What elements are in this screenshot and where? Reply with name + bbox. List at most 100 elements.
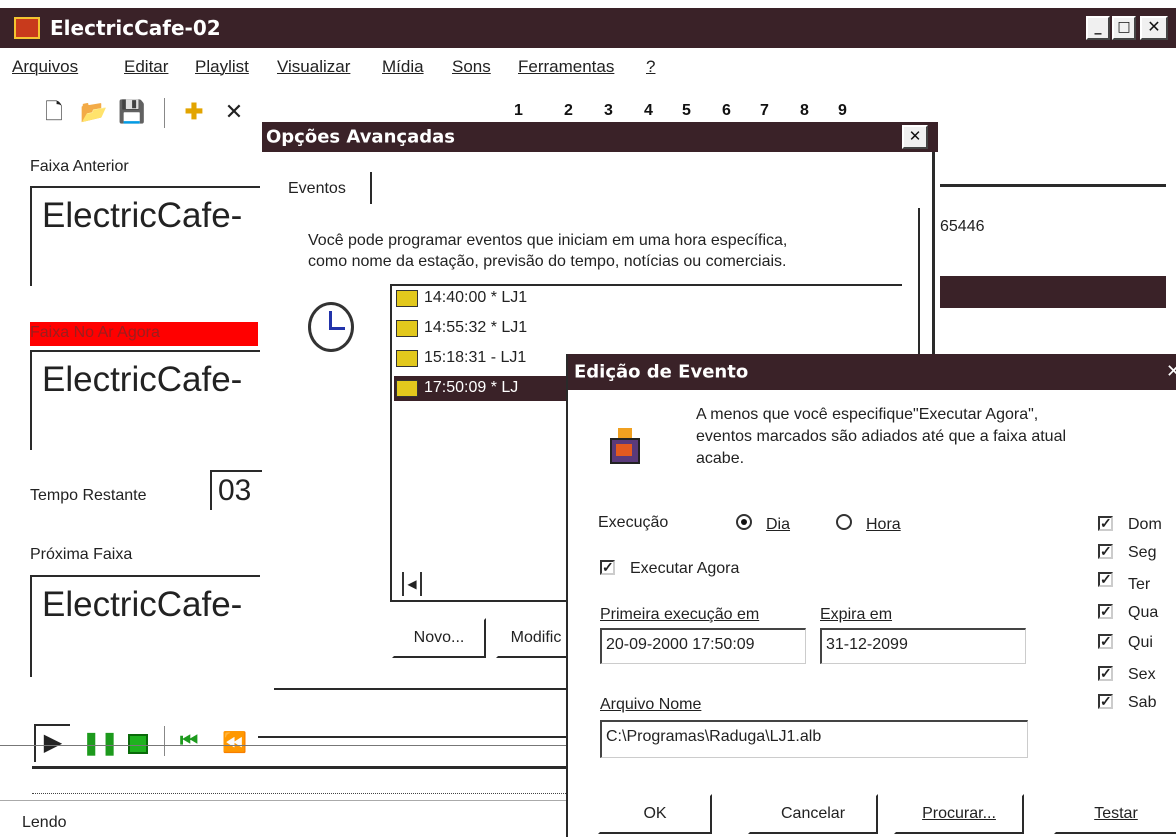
quick-number-3[interactable]: 3 <box>604 102 613 120</box>
clock-icon <box>308 302 354 352</box>
execution-label: Execução <box>598 514 669 531</box>
expires-field[interactable]: 31-12-2099 <box>820 628 1026 664</box>
next-track-label: Próxima Faixa <box>30 546 133 563</box>
menu-editar[interactable]: Editar <box>124 57 168 77</box>
menu-midia[interactable]: Mídia <box>382 57 424 77</box>
event-info-1: A menos que você especifique"Executar Ag… <box>696 406 1039 423</box>
on-air-value: ElectricCafe- <box>42 360 243 399</box>
run-now-label[interactable]: Executar Agora <box>630 560 739 578</box>
day-checkbox-seg[interactable]: ✓ <box>1098 544 1113 559</box>
event-edit-dialog: Edição de Evento ✕ A menos que você espe… <box>566 354 1176 837</box>
prev-track-value: ElectricCafe- <box>42 196 243 235</box>
radio-hour-label[interactable]: Hora <box>866 516 901 534</box>
advanced-desc-2: como nome da estação, previsão do tempo,… <box>308 253 787 270</box>
add-icon[interactable]: ✚ <box>180 98 208 126</box>
advanced-close-button[interactable]: ✕ <box>902 125 928 149</box>
save-icon[interactable]: 💾 <box>118 98 146 126</box>
advanced-desc-1: Você pode programar eventos que iniciam … <box>308 232 788 249</box>
menu-ferramentas[interactable]: Ferramentas <box>518 57 614 77</box>
play-button[interactable]: ▶ <box>34 724 70 762</box>
right-dark-bar <box>940 276 1166 308</box>
ok-button[interactable]: OK <box>598 794 712 834</box>
prev-track-label: Faixa Anterior <box>30 158 129 175</box>
delete-icon[interactable]: ✕ <box>220 98 248 126</box>
event-row[interactable]: 14:40:00 * LJ1 <box>394 286 566 311</box>
first-track-button[interactable]: ⏮ <box>180 730 198 753</box>
menu-help[interactable]: ? <box>646 57 655 77</box>
rewind-button[interactable]: ⏪ <box>222 730 247 755</box>
new-file-icon[interactable]: 🗋 <box>40 98 68 126</box>
radio-hour[interactable] <box>836 514 852 530</box>
advanced-bottom-line <box>274 688 576 690</box>
radio-day[interactable] <box>736 514 752 530</box>
file-name-field[interactable]: C:\Programas\Raduga\LJ1.alb <box>600 720 1028 758</box>
radio-day-label[interactable]: Dia <box>766 516 790 534</box>
quick-number-2[interactable]: 2 <box>564 102 573 120</box>
menu-sons[interactable]: Sons <box>452 57 491 77</box>
day-checkbox-qui[interactable]: ✓ <box>1098 634 1113 649</box>
maximize-button[interactable]: □ <box>1112 16 1136 40</box>
on-air-display: ElectricCafe- <box>30 350 260 450</box>
remaining-value: 03 <box>218 474 252 507</box>
quick-number-5[interactable]: 5 <box>682 102 691 120</box>
new-event-button[interactable]: Novo... <box>392 618 486 658</box>
quick-number-8[interactable]: 8 <box>800 102 809 120</box>
event-row[interactable]: 14:55:32 * LJ1 <box>394 316 566 341</box>
tab-right-edge <box>370 172 372 204</box>
quick-number-6[interactable]: 6 <box>722 102 731 120</box>
day-checkbox-sex[interactable]: ✓ <box>1098 666 1113 681</box>
day-label-sab[interactable]: Sab <box>1128 694 1156 712</box>
day-checkbox-sab[interactable]: ✓ <box>1098 694 1113 709</box>
event-info-2: eventos marcados são adiados até que a f… <box>696 428 1067 445</box>
quick-number-1[interactable]: 1 <box>514 102 523 120</box>
menu-arquivos[interactable]: Arquivos <box>12 57 78 77</box>
event-edit-close-icon[interactable]: ✕ <box>1166 361 1176 382</box>
day-label-qui[interactable]: Qui <box>1128 634 1153 652</box>
tab-eventos[interactable]: Eventos <box>288 180 346 198</box>
right-line-top <box>940 184 1166 187</box>
cancel-button[interactable]: Cancelar <box>748 794 878 834</box>
list-hscroll-left[interactable]: ◀ <box>402 572 422 596</box>
list-left-border <box>390 284 392 602</box>
event-edit-title: Edição de Evento <box>574 361 749 383</box>
window-title: ElectricCafe-02 <box>50 16 221 40</box>
folder-icon <box>396 290 418 307</box>
browse-button[interactable]: Procurar... <box>894 794 1024 834</box>
advanced-title-bar[interactable]: Opções Avançadas ✕ <box>262 122 938 152</box>
menu-bar: Arquivos Editar Playlist Visualizar Mídi… <box>0 48 1176 86</box>
day-checkbox-ter[interactable]: ✓ <box>1098 572 1113 587</box>
remaining-label: Tempo Restante <box>30 487 147 504</box>
menu-playlist[interactable]: Playlist <box>195 57 249 77</box>
event-row-selected[interactable]: 17:50:09 * LJ <box>394 376 566 401</box>
file-name-label: Arquivo Nome <box>600 696 702 713</box>
event-computer-icon <box>604 424 648 472</box>
quick-number-7[interactable]: 7 <box>760 102 769 120</box>
day-checkbox-dom[interactable]: ✓ <box>1098 516 1113 531</box>
open-folder-icon[interactable]: 📂 <box>80 98 108 126</box>
first-run-field[interactable]: 20-09-2000 17:50:09 <box>600 628 806 664</box>
status-text: Lendo <box>22 814 67 831</box>
stop-button[interactable] <box>128 734 148 754</box>
day-label-sex[interactable]: Sex <box>1128 666 1156 684</box>
run-now-checkbox[interactable]: ✓ <box>600 560 615 575</box>
day-checkbox-qua[interactable]: ✓ <box>1098 604 1113 619</box>
advanced-title: Opções Avançadas <box>266 126 455 148</box>
test-button[interactable]: Testar <box>1054 794 1176 834</box>
day-label-dom[interactable]: Dom <box>1128 516 1162 534</box>
minimize-button[interactable]: _ <box>1086 16 1110 40</box>
pause-button[interactable]: ❚❚ <box>82 730 119 756</box>
event-row[interactable]: 15:18:31 - LJ1 <box>394 346 566 371</box>
day-label-qua[interactable]: Qua <box>1128 604 1158 622</box>
close-button[interactable]: ✕ <box>1140 16 1168 40</box>
modify-event-button[interactable]: Modific <box>496 618 576 658</box>
menu-visualizar[interactable]: Visualizar <box>277 57 350 77</box>
folder-icon <box>396 350 418 367</box>
main-title-bar[interactable]: ElectricCafe-02 _ □ ✕ <box>0 8 1176 48</box>
next-track-display: ElectricCafe- <box>30 575 260 677</box>
quick-number-4[interactable]: 4 <box>644 102 653 120</box>
day-label-seg[interactable]: Seg <box>1128 544 1156 562</box>
quick-number-9[interactable]: 9 <box>838 102 847 120</box>
day-label-ter[interactable]: Ter <box>1128 576 1150 594</box>
right-number: 65446 <box>940 218 985 235</box>
event-edit-title-bar[interactable]: Edição de Evento ✕ <box>568 354 1176 390</box>
